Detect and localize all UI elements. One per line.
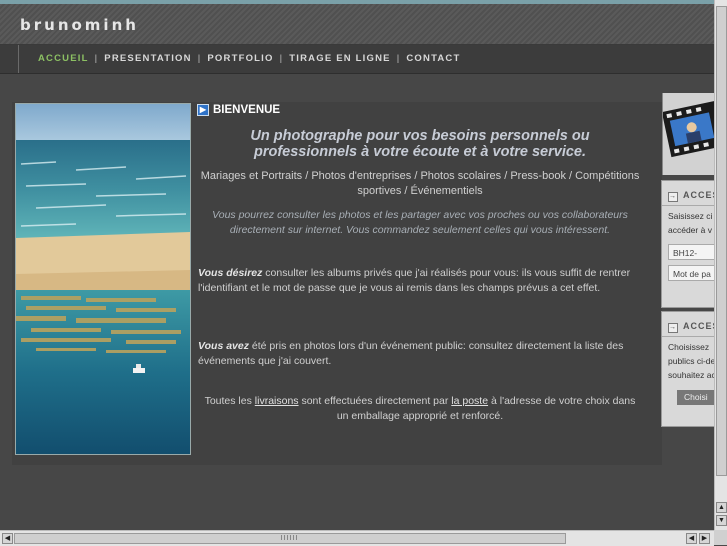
public-events-title-text: ACCES xyxy=(683,321,716,331)
divider xyxy=(662,336,715,337)
site-logo-text[interactable]: brunominh xyxy=(20,16,139,34)
site-header: brunominh xyxy=(0,4,714,45)
nav-item-tirage-en-ligne[interactable]: TIRAGE EN LIGNE xyxy=(289,53,390,64)
film-reel-image xyxy=(662,93,715,175)
scroll-right-button[interactable]: ▶ xyxy=(699,533,710,544)
public-events-box: → ACCES Choisissez publics ci-de souhaite… xyxy=(661,311,716,427)
section-title: ▶ BIENVENUE xyxy=(197,104,280,116)
scroll-grip-icon xyxy=(281,535,299,540)
nav-item-accueil[interactable]: ACCUEIL xyxy=(38,53,89,64)
arrow-right-icon: → xyxy=(668,323,678,333)
delivery-mid: sont effectuées directement par xyxy=(298,395,452,407)
public-events-paragraph: Vous avez été pris en photos lors d'un é… xyxy=(198,339,638,369)
arrow-right-icon: ▶ xyxy=(197,104,209,116)
public-events-lead: Vous avez xyxy=(198,340,249,352)
vertical-scroll-thumb[interactable] xyxy=(716,6,727,476)
section-title-text: BIENVENUE xyxy=(213,104,281,117)
password-input[interactable]: Mot de pa xyxy=(668,265,715,281)
login-input[interactable]: BH12- xyxy=(668,244,715,260)
scrollbar-corner xyxy=(714,530,727,545)
private-albums-paragraph: Vous désirez consulter les albums privés… xyxy=(198,266,638,296)
public-events-text: été pris en photos lors d'un événement p… xyxy=(198,340,624,367)
delivery-prefix: Toutes les xyxy=(204,395,255,407)
livraisons-link[interactable]: livraisons xyxy=(255,395,299,407)
nav-links: ACCUEIL | PRESENTATION | PORTFOLIO | TIRAGE EN… xyxy=(38,53,461,64)
beach-photo xyxy=(15,103,191,455)
public-events-text-line: Choisissez xyxy=(668,342,710,352)
scroll-left-button[interactable]: ◀ xyxy=(2,533,13,544)
nav-item-contact[interactable]: CONTACT xyxy=(406,53,460,64)
divider xyxy=(662,205,715,206)
client-access-title: → ACCES xyxy=(668,190,716,202)
nav-divider xyxy=(18,45,19,73)
delivery-paragraph: Toutes les livraisons sont effectuées di… xyxy=(198,394,642,424)
private-albums-text: consulter les albums privés que j'ai réa… xyxy=(198,267,631,294)
public-events-text-line: souhaitez ac xyxy=(668,370,716,380)
nav-separator: | xyxy=(396,53,401,64)
client-access-text-line: Saisissez ci xyxy=(668,211,713,221)
la-poste-link[interactable]: la poste xyxy=(451,395,488,407)
choose-event-button[interactable]: Choisi xyxy=(677,390,715,405)
tagline: Un photographe pour vos besoins personne… xyxy=(250,128,590,160)
nav-separator: | xyxy=(197,53,202,64)
scroll-up-button[interactable]: ▲ xyxy=(716,502,727,513)
nav-separator: | xyxy=(94,53,99,64)
public-events-title: → ACCES xyxy=(668,321,716,333)
scroll-left-button-2[interactable]: ◀ xyxy=(686,533,697,544)
vertical-scrollbar[interactable]: ▲ ▼ xyxy=(714,0,727,530)
private-albums-lead: Vous désirez xyxy=(198,267,263,279)
nav-item-presentation[interactable]: PRESENTATION xyxy=(104,53,191,64)
intro-text: Vous pourrez consulter les photos et les… xyxy=(212,209,628,236)
scroll-down-button[interactable]: ▼ xyxy=(716,515,727,526)
client-access-title-text: ACCES xyxy=(683,190,716,200)
services-text: Mariages et Portraits / Photos d'entrepr… xyxy=(200,170,640,197)
client-access-text-line: accéder à v xyxy=(668,225,712,235)
horizontal-scrollbar[interactable]: ◀ ◀ ▶ xyxy=(0,530,714,546)
client-access-box: → ACCES Saisissez ci accéder à v BH12- Mo… xyxy=(661,180,716,308)
public-events-text-line: publics ci-de xyxy=(668,356,716,366)
nav-separator: | xyxy=(279,53,284,64)
nav-item-portfolio[interactable]: PORTFOLIO xyxy=(207,53,273,64)
arrow-right-icon: → xyxy=(668,192,678,202)
main-nav: ACCUEIL | PRESENTATION | PORTFOLIO | TIRAGE EN… xyxy=(0,45,714,74)
